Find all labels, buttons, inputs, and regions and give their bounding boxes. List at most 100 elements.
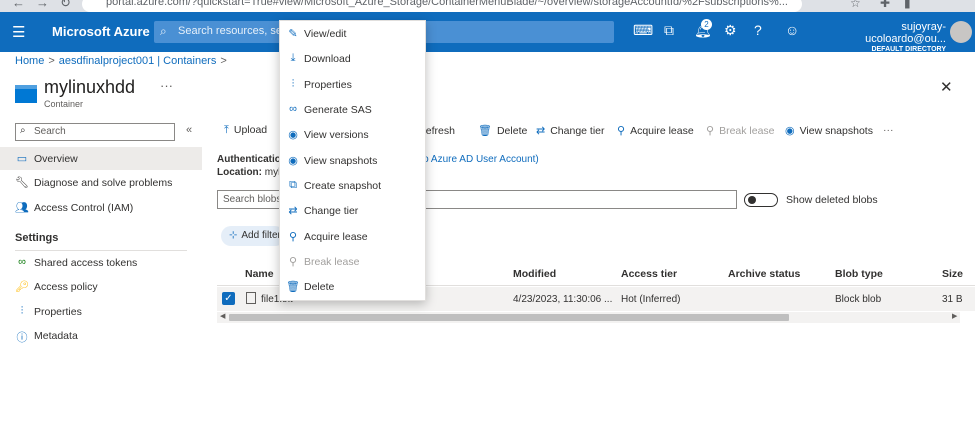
close-icon[interactable]: ✕ bbox=[940, 78, 953, 96]
upload-button[interactable]: ⤒ Upload bbox=[224, 124, 267, 137]
avatar[interactable] bbox=[950, 21, 972, 43]
sidebar-item-overview[interactable]: ▭ Overview bbox=[0, 147, 202, 170]
extensions-icon[interactable]: ✚ bbox=[880, 0, 890, 10]
break-lease-button[interactable]: ⚲ Break lease bbox=[706, 124, 775, 137]
help-icon[interactable]: ? bbox=[754, 22, 762, 38]
cell-size: 31 B bbox=[942, 294, 963, 305]
view-snapshots-label: View snapshots bbox=[799, 125, 873, 137]
trash-icon: 🗑︎ bbox=[478, 125, 492, 137]
sidebar-item-label: Overview bbox=[34, 153, 78, 165]
menu-item-generate-sas[interactable]: ∞ Generate SAS bbox=[280, 98, 425, 123]
column-header-name[interactable]: Name bbox=[245, 268, 274, 280]
lease-icon: ⚲ bbox=[617, 125, 626, 137]
browser-chrome: ← → ↻ portal.azure.com/?quickstart=True#… bbox=[0, 0, 975, 12]
menu-item-label: Download bbox=[304, 53, 351, 65]
address-bar[interactable]: portal.azure.com/?quickstart=True#view/M… bbox=[82, 0, 802, 12]
scroll-right-icon[interactable]: ▶ bbox=[952, 312, 957, 320]
directory-filter-icon[interactable]: ⧉ bbox=[664, 22, 674, 39]
menu-item-label: View versions bbox=[304, 129, 369, 141]
collapse-sidebar-icon[interactable]: « bbox=[186, 124, 192, 136]
sidebar-search-placeholder: Search bbox=[34, 126, 66, 137]
menu-item-label: Properties bbox=[304, 79, 352, 91]
cell-modified: 4/23/2023, 11:30:06 ... bbox=[513, 294, 613, 305]
sidebar-item-shared-access-tokens[interactable]: ∞ Shared access tokens bbox=[0, 251, 202, 274]
view-snapshots-button[interactable]: ◉ View snapshots bbox=[785, 124, 873, 137]
download-icon: ⤓ bbox=[290, 52, 296, 64]
swap-icon: ⇄ bbox=[288, 205, 298, 217]
scroll-left-icon[interactable]: ◀ bbox=[220, 312, 225, 320]
wrench-icon: 🔧︎ bbox=[15, 177, 29, 189]
add-filter-label: Add filter bbox=[241, 230, 281, 241]
trash-icon: 🗑︎ bbox=[286, 281, 300, 293]
search-icon: ⌕ bbox=[20, 125, 26, 136]
column-header-modified[interactable]: Modified bbox=[513, 268, 556, 280]
scrollbar-thumb[interactable] bbox=[229, 314, 789, 321]
menu-item-download[interactable]: ⤓ Download bbox=[280, 47, 425, 72]
change-tier-button[interactable]: ⇄ Change tier bbox=[536, 124, 605, 137]
menu-item-label: Generate SAS bbox=[304, 104, 372, 116]
toolbar-more-button[interactable]: ··· bbox=[883, 124, 894, 136]
menu-item-view-snapshots[interactable]: ◉ View snapshots bbox=[280, 149, 425, 174]
star-icon[interactable]: ☆ bbox=[850, 0, 861, 10]
menu-item-delete[interactable]: 🗑︎ Delete bbox=[280, 275, 425, 300]
menu-item-label: Break lease bbox=[304, 256, 360, 268]
cell-blob-type: Block blob bbox=[835, 294, 882, 305]
break-lease-icon: ⚲ bbox=[706, 125, 715, 137]
breadcrumb-home[interactable]: Home bbox=[15, 55, 44, 67]
info-icon: ⓘ bbox=[16, 332, 28, 344]
eye-icon: ◉ bbox=[785, 125, 795, 137]
more-options-icon[interactable]: ··· bbox=[160, 78, 173, 93]
menu-icon[interactable]: ☰ bbox=[12, 23, 25, 41]
settings-icon[interactable]: ⚙ bbox=[724, 22, 737, 39]
link-icon: ∞ bbox=[18, 256, 26, 268]
people-icon: 👥︎ bbox=[15, 202, 29, 214]
sidebar-search-input[interactable]: ⌕ Search bbox=[15, 123, 175, 141]
cloud-shell-icon[interactable]: ⌨ bbox=[633, 22, 653, 39]
sidebar-item-properties[interactable]: ⫶ Properties bbox=[0, 300, 202, 323]
feedback-icon[interactable]: ☺ bbox=[785, 22, 799, 38]
menu-item-break-lease[interactable]: ⚲ Break lease bbox=[280, 250, 425, 275]
menu-item-view-versions[interactable]: ◉ View versions bbox=[280, 123, 425, 148]
row-checkbox[interactable]: ✓ bbox=[222, 292, 235, 305]
menu-item-view-edit[interactable]: ✎ View/edit bbox=[280, 22, 425, 47]
acquire-lease-label: Acquire lease bbox=[630, 125, 694, 137]
notifications-badge: 2 bbox=[701, 19, 712, 30]
reload-icon[interactable]: ↻ bbox=[60, 0, 71, 11]
show-deleted-toggle[interactable] bbox=[744, 193, 778, 207]
pencil-icon: ✎ bbox=[288, 28, 298, 40]
sidebar-item-iam[interactable]: 👥︎ Access Control (IAM) bbox=[0, 196, 202, 219]
delete-button[interactable]: 🗑︎ Delete bbox=[478, 124, 527, 137]
container-icon bbox=[15, 85, 37, 103]
column-header-blob-type[interactable]: Blob type bbox=[835, 268, 883, 280]
key-icon: 🔑︎ bbox=[15, 281, 29, 293]
menu-item-acquire-lease[interactable]: ⚲ Acquire lease bbox=[280, 225, 425, 250]
sidebar-item-diagnose[interactable]: 🔧︎ Diagnose and solve problems bbox=[0, 171, 202, 194]
horizontal-scrollbar[interactable]: ◀ ▶ bbox=[217, 312, 960, 323]
menu-item-properties[interactable]: ⫶ Properties bbox=[280, 73, 425, 98]
sidebar-item-label: Diagnose and solve problems bbox=[34, 177, 173, 189]
filter-add-icon: ⊹ bbox=[229, 230, 238, 241]
page-subtitle: Container bbox=[44, 99, 84, 109]
forward-icon[interactable]: → bbox=[36, 0, 49, 10]
sidebar-item-metadata[interactable]: ⓘ Metadata bbox=[0, 324, 202, 347]
menu-item-label: Change tier bbox=[304, 205, 359, 217]
lease-icon: ⚲ bbox=[288, 231, 298, 243]
acquire-lease-button[interactable]: ⚲ Acquire lease bbox=[617, 124, 694, 137]
breadcrumb-sep: > bbox=[220, 55, 227, 67]
overview-icon: ▭ bbox=[16, 153, 28, 165]
column-header-access-tier[interactable]: Access tier bbox=[621, 268, 677, 280]
sidepanel-icon[interactable]: ▮ bbox=[904, 0, 911, 10]
add-filter-button[interactable]: ⊹ Add filter bbox=[221, 226, 285, 246]
sidebar-item-access-policy[interactable]: 🔑︎ Access policy bbox=[0, 275, 202, 298]
breadcrumb-sep: > bbox=[48, 55, 55, 67]
user-account[interactable]: sujoyray-ucoloardo@ou... DEFAULT DIRECTO… bbox=[822, 21, 946, 53]
swap-icon: ⇄ bbox=[536, 125, 546, 137]
brand[interactable]: Microsoft Azure bbox=[52, 24, 150, 39]
breadcrumb-containers[interactable]: aesdfinalproject001 | Containers bbox=[59, 55, 217, 67]
menu-item-create-snapshot[interactable]: ⧉ Create snapshot bbox=[280, 174, 425, 199]
back-icon[interactable]: ← bbox=[12, 0, 25, 10]
menu-item-label: Delete bbox=[304, 281, 335, 293]
column-header-archive-status[interactable]: Archive status bbox=[728, 268, 800, 280]
menu-item-change-tier[interactable]: ⇄ Change tier bbox=[280, 199, 425, 224]
column-header-size[interactable]: Size bbox=[942, 268, 963, 280]
